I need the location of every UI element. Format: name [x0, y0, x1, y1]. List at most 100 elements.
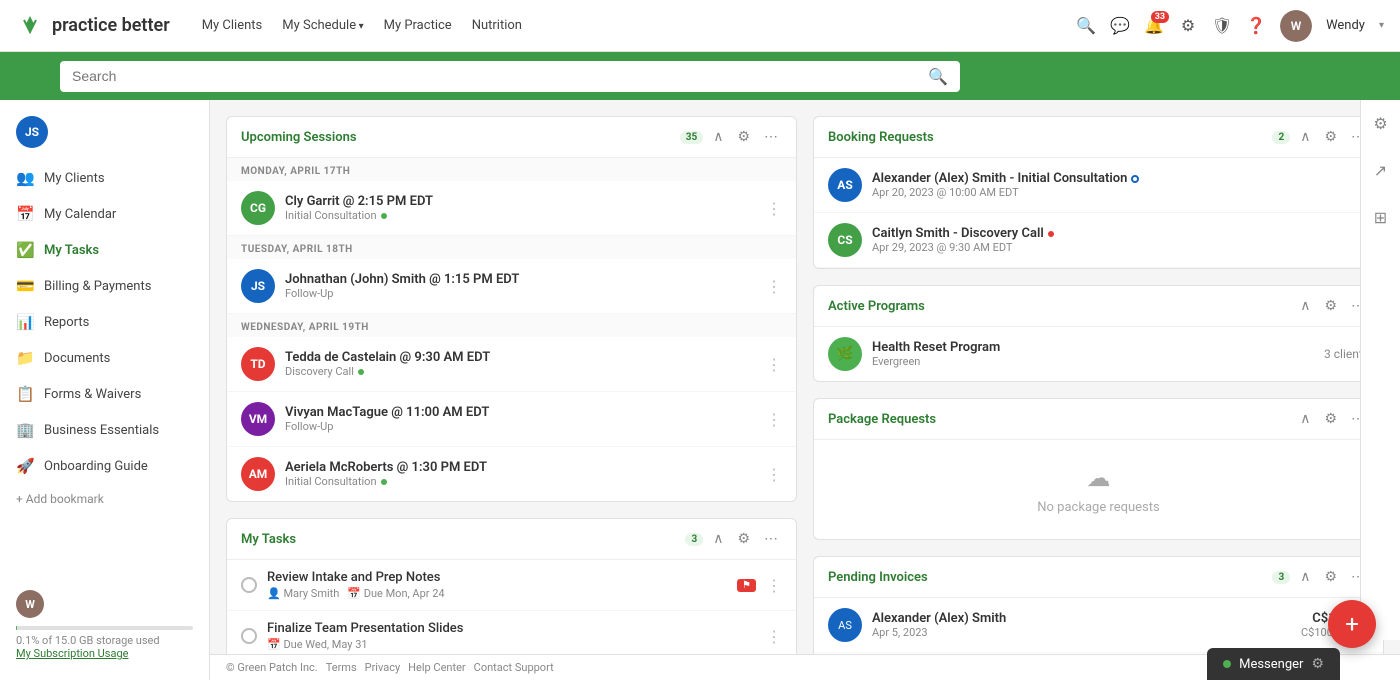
nav-my-practice[interactable]: My Practice: [384, 18, 452, 33]
session-menu-cg[interactable]: ⋮: [766, 199, 782, 218]
help-icon[interactable]: ❓: [1246, 16, 1266, 36]
settings-invoices-btn[interactable]: ⚙: [1320, 567, 1341, 587]
program-sub-health: Evergreen: [872, 355, 1314, 368]
sidebar-item-my-tasks[interactable]: ✅ My Tasks: [0, 232, 209, 268]
sidebar-bookmark[interactable]: + Add bookmark: [0, 484, 209, 514]
green-dot-cg: [381, 213, 387, 219]
session-info-am: Aeriela McRoberts @ 1:30 PM EDT Initial …: [285, 460, 756, 488]
footer-copyright: © Green Patch Inc.: [226, 661, 318, 674]
package-requests-widget: Package Requests ∧ ⚙ ⋯ ☁ No package requ…: [813, 398, 1384, 540]
logo-icon: [16, 12, 44, 40]
date-monday: MONDAY, APRIL 17TH: [227, 158, 796, 181]
session-tedda: TD Tedda de Castelain @ 9:30 AM EDT Disc…: [227, 337, 796, 392]
clients-icon: 👥: [16, 169, 34, 187]
search-submit-icon[interactable]: 🔍: [928, 67, 948, 86]
fab-button[interactable]: +: [1328, 600, 1376, 648]
collapse-programs-btn[interactable]: ∧: [1296, 296, 1314, 316]
settings-programs-btn[interactable]: ⚙: [1320, 296, 1341, 316]
documents-icon: 📁: [16, 349, 34, 367]
upcoming-sessions-badge: 35: [680, 131, 703, 144]
session-menu-td[interactable]: ⋮: [766, 355, 782, 374]
shield-icon[interactable]: 🛡: [1212, 16, 1232, 36]
sidebar-item-business[interactable]: 🏢 Business Essentials: [0, 412, 209, 448]
booking-dot-blue[interactable]: [1131, 175, 1139, 183]
sidebar-item-forms[interactable]: 📋 Forms & Waivers: [0, 376, 209, 412]
search-icon[interactable]: 🔍: [1076, 16, 1096, 36]
search-input[interactable]: [72, 68, 928, 84]
invoice-info-as1: Alexander (Alex) Smith Apr 5, 2023: [872, 611, 1291, 639]
right-settings-icon[interactable]: ⚙: [1367, 108, 1393, 139]
task-check-2[interactable]: [241, 628, 257, 644]
user-name[interactable]: Wendy: [1326, 18, 1365, 33]
nav-nutrition[interactable]: Nutrition: [472, 18, 522, 33]
nav-my-clients[interactable]: My Clients: [202, 18, 263, 33]
bell-icon[interactable]: 🔔 33: [1144, 16, 1164, 36]
collapse-sessions-btn[interactable]: ∧: [709, 127, 727, 147]
collapse-packages-btn[interactable]: ∧: [1296, 409, 1314, 429]
upcoming-sessions-header: Upcoming Sessions 35 ∧ ⚙ ⋯: [227, 117, 796, 158]
user-avatar[interactable]: W: [1280, 10, 1312, 42]
booking-dot-red: [1048, 231, 1054, 237]
task-name-1: Review Intake and Prep Notes: [267, 570, 727, 585]
green-dot-td: [358, 369, 364, 375]
right-grid-icon[interactable]: ⊞: [1368, 202, 1393, 233]
chat-icon[interactable]: 💬: [1110, 16, 1130, 36]
sidebar-item-billing[interactable]: 💳 Billing & Payments: [0, 268, 209, 304]
settings-icon[interactable]: ⚙: [1178, 16, 1198, 36]
user-dropdown-icon[interactable]: ▾: [1379, 20, 1384, 31]
session-menu-js[interactable]: ⋮: [766, 277, 782, 296]
session-sub-am: Initial Consultation: [285, 475, 756, 488]
sidebar-bottom-avatar: W: [16, 590, 44, 618]
settings-tasks-btn[interactable]: ⚙: [733, 529, 754, 549]
session-avatar-js: JS: [241, 269, 275, 303]
onboarding-icon: 🚀: [16, 457, 34, 475]
more-sessions-btn[interactable]: ⋯: [760, 127, 782, 147]
session-info-td: Tedda de Castelain @ 9:30 AM EDT Discove…: [285, 350, 756, 378]
footer-help[interactable]: Help Center: [408, 661, 466, 674]
nav-my-schedule[interactable]: My Schedule: [282, 18, 363, 33]
task-menu-1[interactable]: ⋮: [766, 576, 782, 595]
session-cly-garrit: CG Cly Garrit @ 2:15 PM EDT Initial Cons…: [227, 181, 796, 236]
more-tasks-btn[interactable]: ⋯: [760, 529, 782, 549]
session-sub-js: Follow-Up: [285, 287, 756, 300]
my-tasks-badge: 3: [685, 533, 703, 546]
collapse-invoices-btn[interactable]: ∧: [1296, 567, 1314, 587]
settings-bookings-btn[interactable]: ⚙: [1320, 127, 1341, 147]
task-name-2: Finalize Team Presentation Slides: [267, 621, 756, 636]
footer-contact[interactable]: Contact Support: [474, 661, 554, 674]
logo-area[interactable]: practice better: [16, 12, 170, 40]
sidebar-item-my-clients[interactable]: 👥 My Clients: [0, 160, 209, 196]
session-avatar-vm: VM: [241, 402, 275, 436]
sidebar-item-my-calendar[interactable]: 📅 My Calendar: [0, 196, 209, 232]
sidebar-item-reports[interactable]: 📊 Reports: [0, 304, 209, 340]
sidebar-item-documents[interactable]: 📁 Documents: [0, 340, 209, 376]
session-menu-vm[interactable]: ⋮: [766, 410, 782, 429]
messenger-bar[interactable]: Messenger ⚙: [1207, 648, 1340, 680]
settings-sessions-btn[interactable]: ⚙: [733, 127, 754, 147]
collapse-tasks-btn[interactable]: ∧: [709, 529, 727, 549]
task-flag-1[interactable]: ⚑: [737, 579, 756, 592]
collapse-bookings-btn[interactable]: ∧: [1296, 127, 1314, 147]
date-wednesday: WEDNESDAY, APRIL 19TH: [227, 314, 796, 337]
right-sidebar: ⚙ ↗ ⊞: [1360, 100, 1400, 640]
active-programs-title: Active Programs: [828, 299, 1290, 314]
footer-terms[interactable]: Terms: [326, 661, 357, 674]
settings-packages-btn[interactable]: ⚙: [1320, 409, 1341, 429]
task-due-1: 📅 Due Mon, Apr 24: [347, 587, 444, 600]
cloud-icon: ☁: [1087, 464, 1111, 492]
task-menu-2[interactable]: ⋮: [766, 627, 782, 646]
messenger-settings-icon[interactable]: ⚙: [1311, 656, 1324, 672]
task-check-1[interactable]: [241, 577, 257, 593]
booking-caitlyn-smith: CS Caitlyn Smith - Discovery Call Apr 29…: [814, 213, 1383, 268]
session-menu-am[interactable]: ⋮: [766, 465, 782, 484]
booking-date-as: Apr 20, 2023 @ 10:00 AM EDT: [872, 186, 1369, 199]
subscription-link[interactable]: My Subscription Usage: [16, 647, 193, 660]
footer-privacy[interactable]: Privacy: [365, 661, 401, 674]
sidebar-item-onboarding[interactable]: 🚀 Onboarding Guide: [0, 448, 209, 484]
right-share-icon[interactable]: ↗: [1368, 155, 1393, 186]
package-empty-text: No package requests: [1037, 500, 1159, 515]
calendar-icon: 📅: [16, 205, 34, 223]
app-name: practice better: [52, 15, 170, 36]
session-sub-cg: Initial Consultation: [285, 209, 756, 222]
booking-requests-title: Booking Requests: [828, 130, 1262, 145]
